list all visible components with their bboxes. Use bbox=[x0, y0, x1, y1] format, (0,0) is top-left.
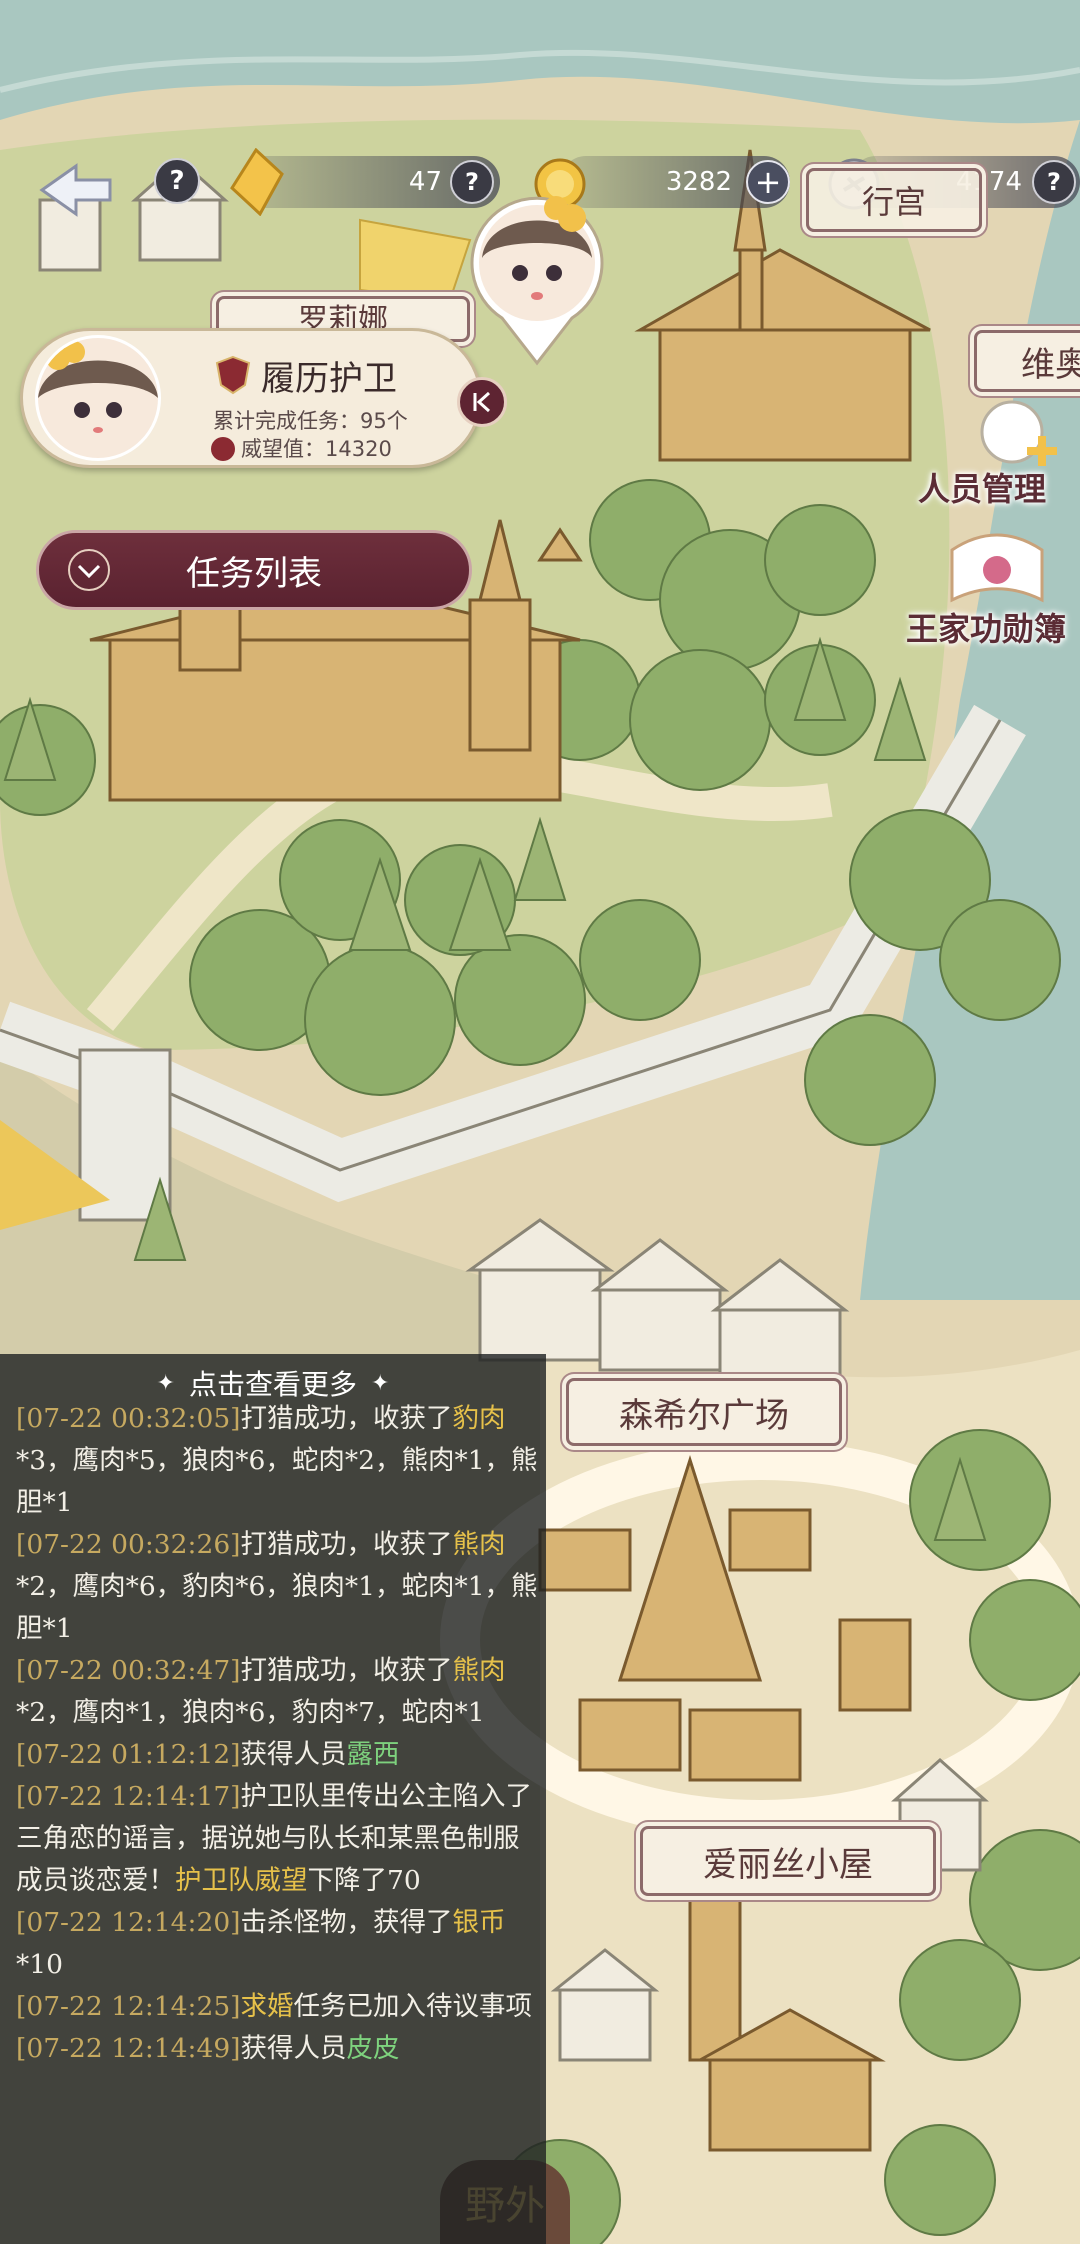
log-highlight: 熊肉 bbox=[452, 1655, 506, 1686]
log-entry: [07-22 01:12:12]获得人员露西 bbox=[16, 1734, 541, 1776]
log-entry: [07-22 12:14:20]击杀怪物，获得了银币 *10 bbox=[16, 1902, 541, 1986]
guard-title: 履历护卫 bbox=[261, 359, 397, 399]
log-highlight: 银币 bbox=[452, 1907, 506, 1938]
log-text: *2，鹰肉*6，豹肉*6，狼肉*1，蛇肉*1，熊胆*1 bbox=[16, 1571, 538, 1644]
log-highlight: 豹肉 bbox=[452, 1403, 506, 1434]
log-text: 击杀怪物，获得了 bbox=[240, 1907, 453, 1938]
prestige-value: 威望值：14320 bbox=[241, 437, 392, 461]
collapse-icon bbox=[473, 391, 491, 413]
tasks-completed: 累计完成任务：95个 bbox=[213, 409, 408, 433]
log-timestamp: [07-22 12:14:25] bbox=[16, 1991, 241, 2022]
guard-badge-icon bbox=[215, 355, 251, 395]
royal-merit-button[interactable]: 王家功勋簿 bbox=[902, 530, 1080, 654]
prestige-icon bbox=[211, 437, 235, 461]
location-label-cottage[interactable]: 爱丽丝小屋 bbox=[640, 1826, 936, 1896]
log-timestamp: [07-22 01:12:12] bbox=[16, 1739, 241, 1770]
log-highlight: 熊肉 bbox=[452, 1529, 506, 1560]
log-entry: [07-22 00:32:26]打猎成功，收获了熊肉 *2，鹰肉*6，豹肉*6，狼… bbox=[16, 1524, 541, 1650]
event-log-panel[interactable]: ✦ 点击查看更多 ✦ [07-22 00:32:05]打猎成功，收获了豹肉*3，… bbox=[0, 1354, 546, 2244]
log-entry: [07-22 00:32:47]打猎成功，收获了熊肉 *2，鹰肉*1，狼肉*6，豹… bbox=[16, 1650, 541, 1734]
back-arrow-icon bbox=[39, 163, 112, 217]
gem-icon bbox=[228, 147, 284, 217]
location-label-palace[interactable]: 行宫 bbox=[806, 168, 982, 232]
staff-management-label: 人员管理 bbox=[918, 470, 1047, 508]
sparkle-right-icon: ✦ bbox=[371, 1370, 390, 1396]
royal-merit-label: 王家功勋簿 bbox=[906, 610, 1067, 648]
player-avatar bbox=[470, 196, 604, 366]
log-text: 打猎成功，收获了 bbox=[240, 1655, 453, 1686]
log-text: 获得人员 bbox=[240, 2033, 347, 2064]
back-button[interactable] bbox=[36, 160, 116, 220]
log-entry: [07-22 12:14:17]护卫队里传出公主陷入了三角恋的谣言，据说她与队长… bbox=[16, 1776, 541, 1902]
chevron-down-icon bbox=[68, 549, 110, 591]
log-timestamp: [07-22 00:32:05] bbox=[16, 1403, 241, 1434]
merit-book-icon bbox=[950, 533, 1044, 603]
log-text: 打猎成功，收获了 bbox=[240, 1529, 453, 1560]
player-map-pin[interactable] bbox=[462, 178, 612, 368]
log-entry: [07-22 12:14:49]获得人员皮皮 bbox=[16, 2028, 541, 2070]
silver-help-button[interactable]: ? bbox=[1032, 160, 1076, 204]
log-entry: [07-22 00:32:05]打猎成功，收获了豹肉 *3，鹰肉*5，狼肉*6，蛇… bbox=[16, 1398, 541, 1524]
guard-avatar bbox=[35, 335, 161, 461]
location-label-square[interactable]: 森希尔广场 bbox=[566, 1378, 842, 1446]
log-text: *3，鹰肉*5，狼肉*6，蛇肉*2，熊肉*1，熊胆*1 bbox=[16, 1445, 538, 1518]
log-timestamp: [07-22 00:32:26] bbox=[16, 1529, 241, 1560]
collapse-card-button[interactable] bbox=[457, 377, 507, 427]
log-timestamp: [07-22 12:14:17] bbox=[16, 1781, 241, 1812]
log-text: 获得人员 bbox=[240, 1739, 347, 1770]
log-text: 下降了70 bbox=[307, 1865, 421, 1896]
gem-count: 47 bbox=[408, 167, 442, 197]
sparkle-left-icon: ✦ bbox=[156, 1370, 175, 1396]
log-text: 任务已加入待议事项 bbox=[293, 1991, 533, 2022]
coin-count: 3282 bbox=[665, 167, 732, 197]
task-list-label: 任务列表 bbox=[186, 553, 322, 594]
location-label-top-right[interactable]: 维奥 bbox=[974, 330, 1080, 392]
log-highlight: 露西 bbox=[346, 1739, 400, 1770]
coin-add-button[interactable]: + bbox=[746, 160, 790, 204]
log-text: *10 bbox=[16, 1949, 63, 1980]
log-text: *2，鹰肉*1，狼肉*6，豹肉*7，蛇肉*1 bbox=[16, 1697, 485, 1728]
see-more-label: 点击查看更多 bbox=[188, 1368, 357, 1401]
staff-management-button[interactable]: 人员管理 bbox=[912, 396, 1080, 516]
task-list-button[interactable]: 任务列表 bbox=[36, 530, 472, 610]
log-entries[interactable]: [07-22 00:32:05]打猎成功，收获了豹肉*3，鹰肉*5，狼肉*6，蛇… bbox=[16, 1398, 541, 2244]
help-button[interactable]: ? bbox=[154, 158, 200, 204]
log-highlight: 求婚 bbox=[240, 1991, 294, 2022]
log-timestamp: [07-22 12:14:49] bbox=[16, 2033, 241, 2064]
log-timestamp: [07-22 00:32:47] bbox=[16, 1655, 241, 1686]
log-timestamp: [07-22 12:14:20] bbox=[16, 1907, 241, 1938]
log-entry: [07-22 12:14:25]求婚任务已加入待议事项 bbox=[16, 1986, 541, 2028]
log-highlight: 护卫队威望 bbox=[175, 1865, 308, 1896]
log-highlight: 皮皮 bbox=[346, 2033, 400, 2064]
guard-info-card[interactable]: 履历护卫 累计完成任务：95个 威望值：14320 bbox=[20, 328, 507, 468]
log-text: 打猎成功，收获了 bbox=[240, 1403, 453, 1434]
